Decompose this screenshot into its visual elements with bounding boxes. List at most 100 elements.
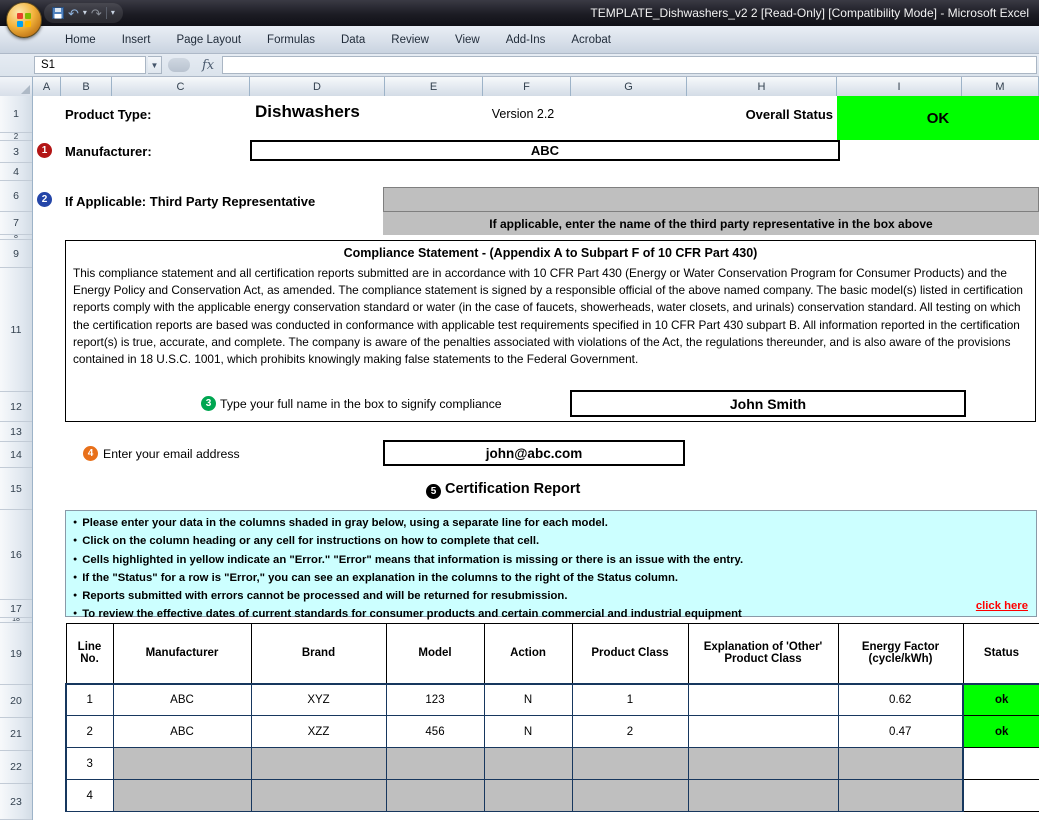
row-header[interactable]: 7 xyxy=(0,212,32,235)
insert-function-icon[interactable]: fx xyxy=(196,58,220,73)
manufacturer-input[interactable]: ABC xyxy=(250,140,840,161)
cell-energy-factor[interactable]: 0.47 xyxy=(838,716,963,748)
tab-review[interactable]: Review xyxy=(378,29,442,51)
row-header[interactable]: 23 xyxy=(0,784,32,820)
third-party-input[interactable] xyxy=(383,187,1039,212)
tab-formulas[interactable]: Formulas xyxy=(254,29,328,51)
tab-acrobat[interactable]: Acrobat xyxy=(558,29,624,51)
header-explanation[interactable]: Explanation of 'Other' Product Class xyxy=(688,624,838,684)
row-header[interactable]: 14 xyxy=(0,442,32,468)
name-box[interactable]: S1 xyxy=(34,56,146,74)
cell-energy-factor[interactable]: 0.62 xyxy=(838,684,963,716)
save-icon[interactable] xyxy=(52,7,64,19)
formula-input[interactable] xyxy=(222,56,1037,74)
email-input[interactable]: john@abc.com xyxy=(383,440,685,466)
cell-manufacturer[interactable]: ABC xyxy=(113,716,251,748)
cell-model[interactable]: 123 xyxy=(386,684,484,716)
cell-line-no[interactable]: 1 xyxy=(66,684,113,716)
cell-explanation[interactable] xyxy=(688,780,838,812)
tab-add-ins[interactable]: Add-Ins xyxy=(493,29,559,51)
row-header[interactable]: 22 xyxy=(0,751,32,784)
column-header-m[interactable]: M xyxy=(962,77,1039,96)
cell-product-class[interactable] xyxy=(572,748,688,780)
row-header[interactable]: 1 xyxy=(0,96,32,133)
cell-action[interactable]: N xyxy=(484,716,572,748)
undo-dropdown-icon[interactable]: ▾ xyxy=(83,9,87,17)
header-line-no[interactable]: Line No. xyxy=(66,624,113,684)
column-header-h[interactable]: H xyxy=(687,77,837,96)
row-header[interactable]: 2 xyxy=(0,133,32,141)
cell-action[interactable] xyxy=(484,748,572,780)
row-header[interactable]: 17 xyxy=(0,600,32,618)
row-header[interactable]: 13 xyxy=(0,422,32,442)
product-type-value[interactable]: Dishwashers xyxy=(255,102,360,122)
name-box-dropdown-icon[interactable]: ▼ xyxy=(148,56,162,74)
header-product-class[interactable]: Product Class xyxy=(572,624,688,684)
redo-icon[interactable]: ↷ xyxy=(91,7,102,20)
cell-manufacturer[interactable] xyxy=(113,780,251,812)
column-header-g[interactable]: G xyxy=(571,77,687,96)
column-header-d[interactable]: D xyxy=(250,77,385,96)
column-header-f[interactable]: F xyxy=(483,77,571,96)
cell-action[interactable]: N xyxy=(484,684,572,716)
header-energy-factor[interactable]: Energy Factor (cycle/kWh) xyxy=(838,624,963,684)
cell-brand[interactable] xyxy=(251,748,386,780)
column-header-e[interactable]: E xyxy=(385,77,483,96)
cell-brand[interactable] xyxy=(251,780,386,812)
cell-model[interactable] xyxy=(386,748,484,780)
cell-explanation[interactable] xyxy=(688,748,838,780)
full-name-input[interactable]: John Smith xyxy=(570,390,966,417)
tab-page-layout[interactable]: Page Layout xyxy=(163,29,254,51)
cell-line-no[interactable]: 2 xyxy=(66,716,113,748)
row-header[interactable]: 4 xyxy=(0,163,32,181)
header-manufacturer[interactable]: Manufacturer xyxy=(113,624,251,684)
header-status[interactable]: Status xyxy=(963,624,1039,684)
header-model[interactable]: Model xyxy=(386,624,484,684)
tab-home[interactable]: Home xyxy=(52,29,109,51)
click-here-link[interactable]: click here xyxy=(976,600,1028,612)
row-header[interactable]: 9 xyxy=(0,240,32,268)
undo-icon[interactable]: ↶ xyxy=(68,7,79,20)
cell-status[interactable] xyxy=(963,780,1039,812)
cell-status[interactable] xyxy=(963,748,1039,780)
cell-manufacturer[interactable]: ABC xyxy=(113,684,251,716)
column-header-a[interactable]: A xyxy=(33,77,61,96)
cell-manufacturer[interactable] xyxy=(113,748,251,780)
cell-model[interactable]: 456 xyxy=(386,716,484,748)
column-header-c[interactable]: C xyxy=(112,77,250,96)
qat-customize-icon[interactable]: ▾ xyxy=(111,9,115,17)
row-header[interactable]: 19 xyxy=(0,623,32,685)
row-header[interactable]: 3 xyxy=(0,141,32,163)
row-header[interactable]: 11 xyxy=(0,268,32,392)
cell-line-no[interactable]: 3 xyxy=(66,748,113,780)
row-header[interactable]: 20 xyxy=(0,685,32,718)
cell-energy-factor[interactable] xyxy=(838,780,963,812)
overall-status-cell[interactable]: OK xyxy=(837,96,1039,140)
tab-data[interactable]: Data xyxy=(328,29,378,51)
cell-energy-factor[interactable] xyxy=(838,748,963,780)
cell-status[interactable]: ok xyxy=(963,716,1039,748)
tab-insert[interactable]: Insert xyxy=(109,29,164,51)
cell-brand[interactable]: XYZ xyxy=(251,684,386,716)
row-header[interactable]: 21 xyxy=(0,718,32,751)
cell-line-no[interactable]: 4 xyxy=(66,780,113,812)
header-brand[interactable]: Brand xyxy=(251,624,386,684)
column-header-b[interactable]: B xyxy=(61,77,112,96)
cell-product-class[interactable]: 2 xyxy=(572,716,688,748)
row-header[interactable]: 6 xyxy=(0,181,32,212)
select-all-corner[interactable] xyxy=(0,77,33,96)
tab-view[interactable]: View xyxy=(442,29,493,51)
row-header[interactable]: 16 xyxy=(0,510,32,600)
cell-brand[interactable]: XZZ xyxy=(251,716,386,748)
column-header-i[interactable]: I xyxy=(837,77,962,96)
cell-product-class[interactable]: 1 xyxy=(572,684,688,716)
cell-product-class[interactable] xyxy=(572,780,688,812)
cell-explanation[interactable] xyxy=(688,684,838,716)
cell-model[interactable] xyxy=(386,780,484,812)
cell-action[interactable] xyxy=(484,780,572,812)
header-action[interactable]: Action xyxy=(484,624,572,684)
row-header[interactable]: 12 xyxy=(0,392,32,422)
office-button[interactable] xyxy=(6,2,42,38)
row-header[interactable]: 15 xyxy=(0,468,32,510)
cell-status[interactable]: ok xyxy=(963,684,1039,716)
